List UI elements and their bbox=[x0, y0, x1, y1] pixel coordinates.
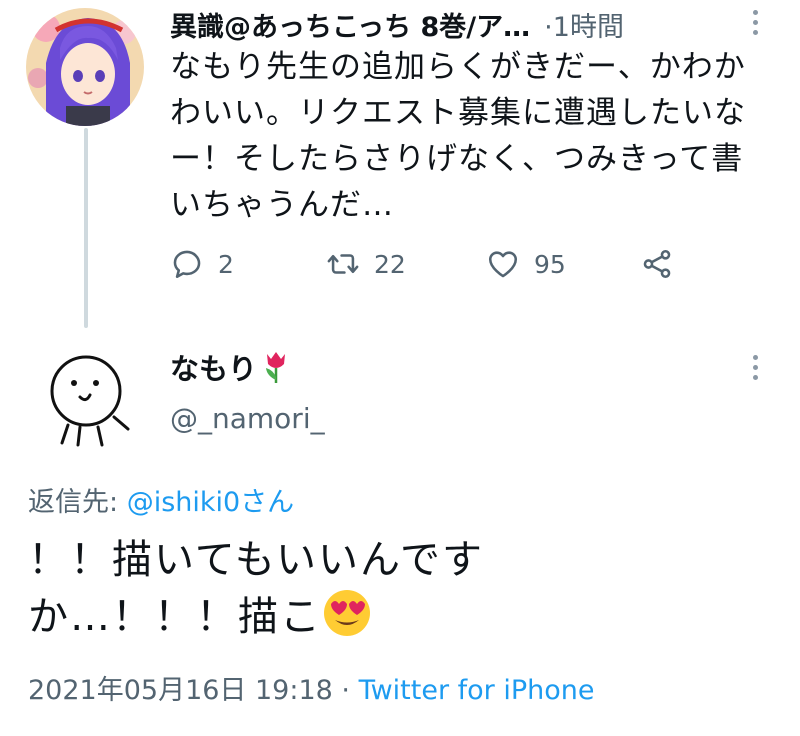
parent-timestamp[interactable]: ·1時間 bbox=[544, 5, 624, 44]
relative-time: 1時間 bbox=[552, 11, 624, 43]
reply-tweet-text: ！！描いてもいいんです か…！！！描こ bbox=[28, 532, 484, 645]
parent-action-bar: 2 22 95 bbox=[170, 240, 690, 288]
thread-connector-line bbox=[84, 128, 88, 328]
reply-count: 2 bbox=[218, 249, 234, 279]
like-count: 95 bbox=[534, 249, 566, 279]
reply-avatar[interactable] bbox=[28, 345, 148, 455]
reply-to-label: 返信先: bbox=[28, 487, 127, 518]
parent-more-options-icon[interactable] bbox=[745, 10, 765, 35]
reply-text-line: か…！！！描こ bbox=[28, 594, 322, 640]
share-button[interactable] bbox=[640, 240, 674, 288]
reply-to-context: 返信先: @ishiki0さん bbox=[28, 480, 294, 519]
meta-separator: · bbox=[332, 675, 359, 706]
retweet-button[interactable]: 22 bbox=[326, 240, 406, 288]
reply-to-mention-link[interactable]: @ishiki0さん bbox=[127, 487, 295, 518]
reply-display-name: なもり bbox=[170, 352, 258, 386]
tweet-source-link[interactable]: Twitter for iPhone bbox=[359, 675, 595, 706]
tulip-icon bbox=[266, 352, 286, 383]
parent-tweet-text: なもり先生の追加らくがきだー、かわか わいい。リクエスト募集に遭遇したいな ー！… bbox=[170, 44, 780, 228]
time-separator: · bbox=[544, 11, 553, 43]
parent-text-line: わいい。リクエスト募集に遭遇したいな bbox=[170, 95, 746, 131]
parent-display-name[interactable]: 異識@あっちこっち 8巻/ア… bbox=[170, 5, 530, 44]
tweet-meta: 2021年05月16日 19:18 · Twitter for iPhone bbox=[28, 668, 595, 707]
parent-tweet-header: 異識@あっちこっち 8巻/ア… ·1時間 bbox=[170, 5, 786, 44]
parent-text-line: いちゃうんだ… bbox=[170, 187, 394, 223]
tweet-date[interactable]: 2021年05月16日 19:18 bbox=[28, 675, 333, 706]
retweet-icon bbox=[327, 254, 359, 274]
share-icon bbox=[643, 249, 671, 279]
reply-icon bbox=[173, 250, 201, 279]
reply-display-name-row[interactable]: なもり bbox=[170, 345, 291, 389]
reply-button[interactable]: 2 bbox=[170, 240, 234, 288]
parent-text-line: ー！そしたらさりげなく、つみきって書 bbox=[170, 141, 744, 177]
heart-icon bbox=[488, 251, 518, 278]
retweet-count: 22 bbox=[374, 249, 406, 279]
reply-more-options-icon[interactable] bbox=[745, 355, 765, 380]
like-button[interactable]: 95 bbox=[486, 240, 566, 288]
parent-avatar[interactable] bbox=[26, 8, 144, 126]
reply-text-line: ！！描いてもいいんです bbox=[28, 537, 484, 583]
parent-text-line: なもり先生の追加らくがきだー、かわか bbox=[170, 49, 746, 85]
reply-text-line-with-emoji: か…！！！描こ bbox=[28, 588, 484, 645]
heart-eyes-emoji-icon bbox=[324, 590, 370, 636]
reply-handle[interactable]: @_namori_ bbox=[170, 402, 325, 435]
